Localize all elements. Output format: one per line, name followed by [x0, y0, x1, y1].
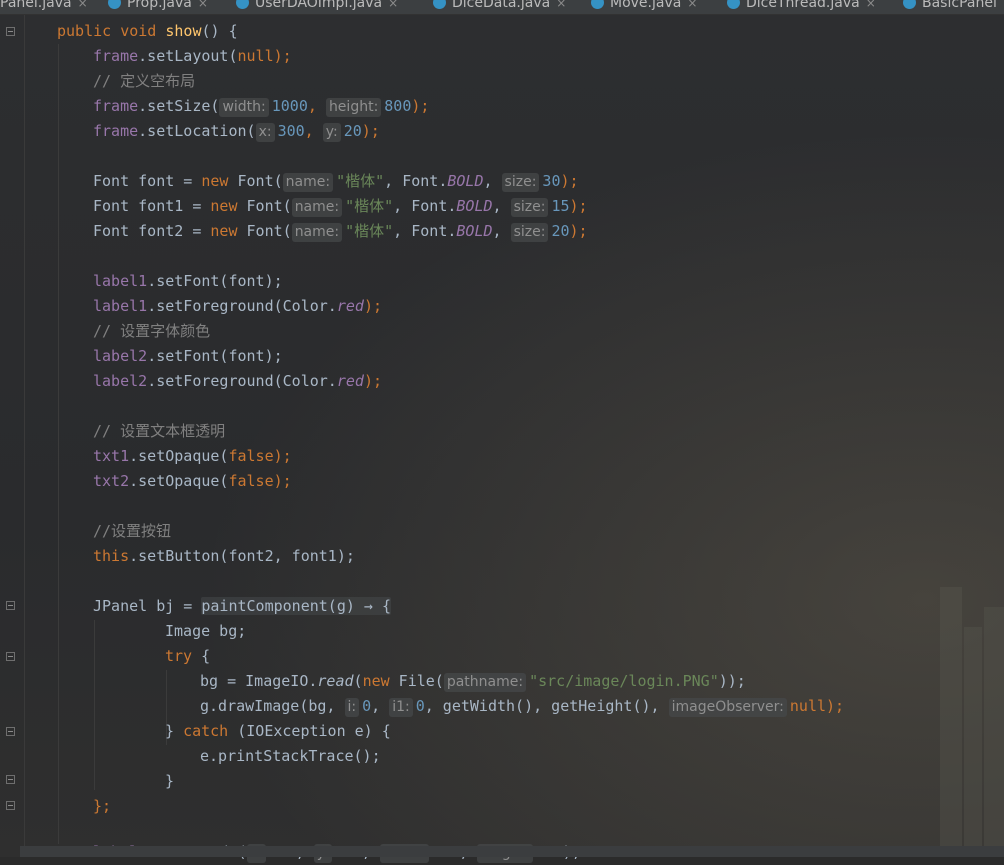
- code-comment: //设置按钮: [93, 522, 172, 540]
- close-icon[interactable]: ×: [687, 0, 697, 10]
- tab-dicedata-java[interactable]: DiceData.java ×: [433, 0, 566, 14]
- tab-basicpanel[interactable]: BasicPanel: [903, 0, 997, 14]
- code-line: label2.setFont(font);: [93, 347, 283, 365]
- class-icon: [591, 0, 604, 9]
- close-icon[interactable]: ×: [198, 0, 208, 10]
- fold-icon[interactable]: [6, 727, 15, 736]
- param-hint: size:: [510, 223, 549, 242]
- code-line: frame.setSize(width: 1000, height: 800);: [93, 97, 430, 117]
- code-line: label1.setForeground(Color.red);: [93, 297, 382, 315]
- code-line: Font font2 = new Font(name: "楷体", Font.BO…: [93, 222, 588, 242]
- editor-tab-bar: Panel.java × Prop.java × UserDAOImpl.java ×…: [0, 0, 1004, 15]
- class-icon: [433, 0, 446, 9]
- class-icon: [236, 0, 249, 9]
- code-line: }: [165, 772, 175, 790]
- tab-label: DiceThread.java: [746, 0, 860, 11]
- param-hint: pathname:: [443, 673, 527, 692]
- close-icon[interactable]: ×: [78, 0, 88, 10]
- lambda-fold: paintComponent(g) → {: [201, 597, 392, 615]
- param-hint: name:: [282, 173, 334, 192]
- param-hint: i1:: [389, 698, 413, 717]
- tab-label: BasicPanel: [922, 0, 997, 11]
- param-hint: name:: [291, 198, 343, 217]
- param-hint: imageObserver:: [668, 698, 787, 717]
- close-icon[interactable]: ×: [556, 0, 566, 10]
- close-icon[interactable]: ×: [866, 0, 876, 10]
- param-hint: size:: [501, 173, 540, 192]
- tab-panel-java[interactable]: Panel.java ×: [0, 0, 88, 14]
- code-comment: // 设置文本框透明: [93, 422, 226, 440]
- code-line: public void show() {: [57, 22, 238, 40]
- tab-dicethread-java[interactable]: DiceThread.java ×: [727, 0, 876, 14]
- tab-label: DiceData.java: [452, 0, 551, 11]
- code-line: frame.setLayout(null);: [93, 47, 292, 65]
- tab-label: Move.java: [610, 0, 682, 11]
- code-line: e.printStackTrace();: [200, 747, 381, 765]
- param-hint: x:: [255, 123, 275, 142]
- tab-label: UserDAOImpl.java: [255, 0, 383, 11]
- param-hint: size:: [510, 198, 549, 217]
- param-hint: height:: [325, 98, 382, 117]
- code-comment: // 设置字体颜色: [93, 322, 211, 340]
- code-line: label2.setForeground(Color.red);: [93, 372, 382, 390]
- tab-label: Panel.java: [0, 0, 72, 11]
- class-icon: [108, 0, 121, 9]
- class-icon: [727, 0, 740, 9]
- editor-gutter: [0, 15, 25, 857]
- wallpaper-skyline: [930, 560, 1004, 857]
- fold-icon[interactable]: [6, 801, 15, 810]
- fold-icon[interactable]: [6, 601, 15, 610]
- code-line: try {: [165, 647, 211, 665]
- code-line: } catch (IOException e) {: [165, 722, 391, 740]
- code-line: bg = ImageIO.read(new File(pathname: "src…: [200, 672, 746, 692]
- tab-prop-java[interactable]: Prop.java ×: [108, 0, 208, 14]
- code-line: Image bg;: [165, 622, 247, 640]
- fold-icon[interactable]: [6, 652, 15, 661]
- code-line: label1.setFont(font);: [93, 272, 283, 290]
- code-line: txt2.setOpaque(false);: [93, 472, 292, 490]
- indent-guide: [58, 44, 59, 844]
- code-line: this.setButton(font2, font1);: [93, 547, 355, 565]
- tab-userdaoimpl-java[interactable]: UserDAOImpl.java ×: [236, 0, 398, 14]
- code-line: frame.setLocation(x: 300, y: 20);: [93, 122, 380, 142]
- param-hint: width:: [219, 98, 269, 117]
- param-hint: name:: [291, 223, 343, 242]
- code-line: };: [93, 797, 112, 815]
- tab-move-java[interactable]: Move.java ×: [591, 0, 697, 14]
- fold-icon[interactable]: [6, 775, 15, 784]
- code-line: txt1.setOpaque(false);: [93, 447, 292, 465]
- class-icon: [903, 0, 916, 9]
- close-icon[interactable]: ×: [388, 0, 398, 10]
- code-line: g.drawImage(bg, i: 0, i1: 0, getWidth(), g…: [200, 697, 845, 717]
- code-comment: // 定义空布局: [93, 72, 196, 90]
- param-hint: i:: [344, 698, 360, 717]
- indent-guide: [94, 620, 95, 790]
- tab-label: Prop.java: [127, 0, 192, 11]
- horizontal-scrollbar[interactable]: [20, 846, 1004, 857]
- code-line: JPanel bj = paintComponent(g) → {: [93, 597, 392, 615]
- param-hint: y:: [322, 123, 341, 142]
- code-line: Font font1 = new Font(name: "楷体", Font.BO…: [93, 197, 588, 217]
- fold-icon[interactable]: [6, 27, 15, 36]
- code-line: Font font = new Font(name: "楷体", Font.BOL…: [93, 172, 579, 192]
